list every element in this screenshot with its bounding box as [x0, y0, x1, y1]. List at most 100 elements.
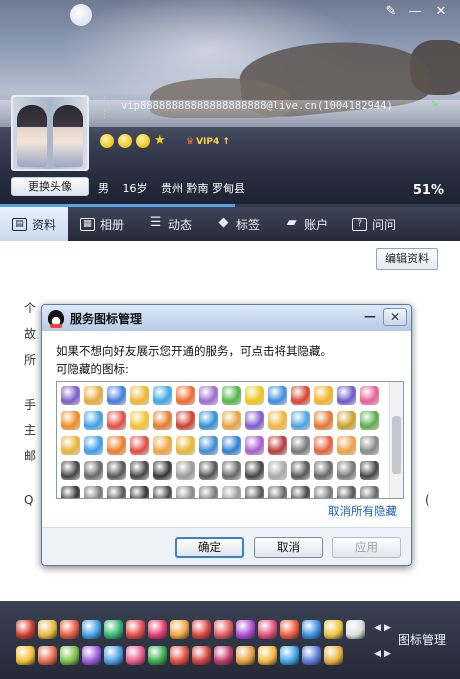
service-icon[interactable] [153, 411, 172, 430]
service-icon[interactable] [314, 436, 333, 455]
minimize-button[interactable]: — [404, 3, 426, 21]
hideable-icons-list[interactable] [56, 381, 404, 499]
service-icon[interactable] [291, 461, 310, 480]
service-icon[interactable] [126, 646, 145, 665]
cancel-button[interactable]: 取消 [254, 537, 323, 558]
service-icon[interactable] [337, 436, 356, 455]
service-icon[interactable] [214, 620, 233, 639]
tab-tags[interactable]: ◆ 标签 [204, 207, 272, 241]
service-icon[interactable] [153, 386, 172, 405]
service-icon[interactable] [268, 436, 287, 455]
service-icon[interactable] [258, 646, 277, 665]
service-icon[interactable] [314, 411, 333, 430]
service-icon[interactable] [222, 436, 241, 455]
service-icon[interactable] [130, 386, 149, 405]
avatar[interactable] [11, 95, 89, 171]
service-icon[interactable] [130, 461, 149, 480]
apply-button[interactable]: 应用 [332, 537, 401, 558]
service-icon[interactable] [199, 461, 218, 480]
service-icon[interactable] [38, 620, 57, 639]
service-icon[interactable] [199, 411, 218, 430]
service-icon[interactable] [337, 486, 356, 498]
service-icon[interactable] [245, 436, 264, 455]
service-icon[interactable] [170, 646, 189, 665]
service-icon[interactable] [291, 386, 310, 405]
service-icon[interactable] [337, 386, 356, 405]
service-icon[interactable] [360, 411, 379, 430]
service-icon[interactable] [130, 411, 149, 430]
service-icon[interactable] [107, 386, 126, 405]
tab-wenwen[interactable]: ? 问问 [340, 207, 408, 241]
service-icon[interactable] [302, 646, 321, 665]
service-icon[interactable] [176, 386, 195, 405]
service-icon[interactable] [176, 461, 195, 480]
service-icon[interactable] [199, 386, 218, 405]
service-icon[interactable] [82, 646, 101, 665]
service-icon[interactable] [38, 646, 57, 665]
service-icon[interactable] [314, 386, 333, 405]
scroll-right-icon[interactable]: ▶ [384, 623, 391, 633]
vertical-scrollbar[interactable] [389, 382, 403, 498]
service-icon[interactable] [107, 411, 126, 430]
service-icon[interactable] [61, 411, 80, 430]
service-icon[interactable] [199, 436, 218, 455]
scroll-right-icon[interactable]: ▶ [384, 649, 391, 659]
scroll-left-icon[interactable]: ◀ [374, 623, 381, 633]
service-icon[interactable] [360, 486, 379, 498]
dialog-minimize-button[interactable]: — [359, 309, 381, 326]
service-icon[interactable] [214, 646, 233, 665]
service-icon[interactable] [16, 620, 35, 639]
service-icon[interactable] [126, 620, 145, 639]
service-icon[interactable] [280, 646, 299, 665]
close-button[interactable]: ✕ [430, 3, 452, 21]
service-icon[interactable] [60, 620, 79, 639]
service-icon[interactable] [84, 461, 103, 480]
service-icon[interactable] [268, 461, 287, 480]
service-icon[interactable] [153, 436, 172, 455]
service-icon[interactable] [61, 461, 80, 480]
service-icon[interactable] [268, 386, 287, 405]
scroll-left-icon[interactable]: ◀ [374, 649, 381, 659]
service-icon[interactable] [61, 436, 80, 455]
service-icon[interactable] [107, 486, 126, 498]
tab-album[interactable]: ▦ 相册 [68, 207, 136, 241]
service-icon[interactable] [104, 620, 123, 639]
ok-button[interactable]: 确定 [175, 537, 244, 558]
vip-badge[interactable]: ♛ VIP4 ↑ [186, 137, 230, 147]
service-icon[interactable] [61, 486, 80, 498]
scrollbar-thumb[interactable] [392, 416, 401, 474]
service-icon[interactable] [324, 620, 343, 639]
service-icon[interactable] [84, 386, 103, 405]
service-icon[interactable] [245, 386, 264, 405]
service-icon[interactable] [84, 486, 103, 498]
service-icon[interactable] [222, 486, 241, 498]
service-icon[interactable] [268, 411, 287, 430]
service-icon[interactable] [245, 411, 264, 430]
service-icon[interactable] [199, 486, 218, 498]
service-icon[interactable] [16, 646, 35, 665]
service-icon[interactable] [130, 486, 149, 498]
skin-icon[interactable]: ✎ [380, 3, 402, 21]
service-icon[interactable] [61, 386, 80, 405]
tab-account[interactable]: ▰ 账户 [272, 207, 340, 241]
service-icon[interactable] [192, 646, 211, 665]
service-icon[interactable] [148, 620, 167, 639]
service-icon[interactable] [314, 461, 333, 480]
service-icon[interactable] [148, 646, 167, 665]
service-icon[interactable] [104, 646, 123, 665]
service-icon[interactable] [222, 386, 241, 405]
level-badges[interactable]: ★ [100, 133, 166, 148]
service-icon[interactable] [245, 461, 264, 480]
service-icon[interactable] [236, 646, 255, 665]
tab-feed[interactable]: ☰ 动态 [136, 207, 204, 241]
service-icon[interactable] [245, 486, 264, 498]
service-icon[interactable] [291, 436, 310, 455]
service-icon[interactable] [170, 620, 189, 639]
service-icon[interactable] [360, 436, 379, 455]
service-icon[interactable] [60, 646, 79, 665]
service-icon[interactable] [153, 461, 172, 480]
service-icon[interactable] [82, 620, 101, 639]
service-icon[interactable] [280, 620, 299, 639]
service-icon[interactable] [153, 486, 172, 498]
service-icon[interactable] [236, 620, 255, 639]
